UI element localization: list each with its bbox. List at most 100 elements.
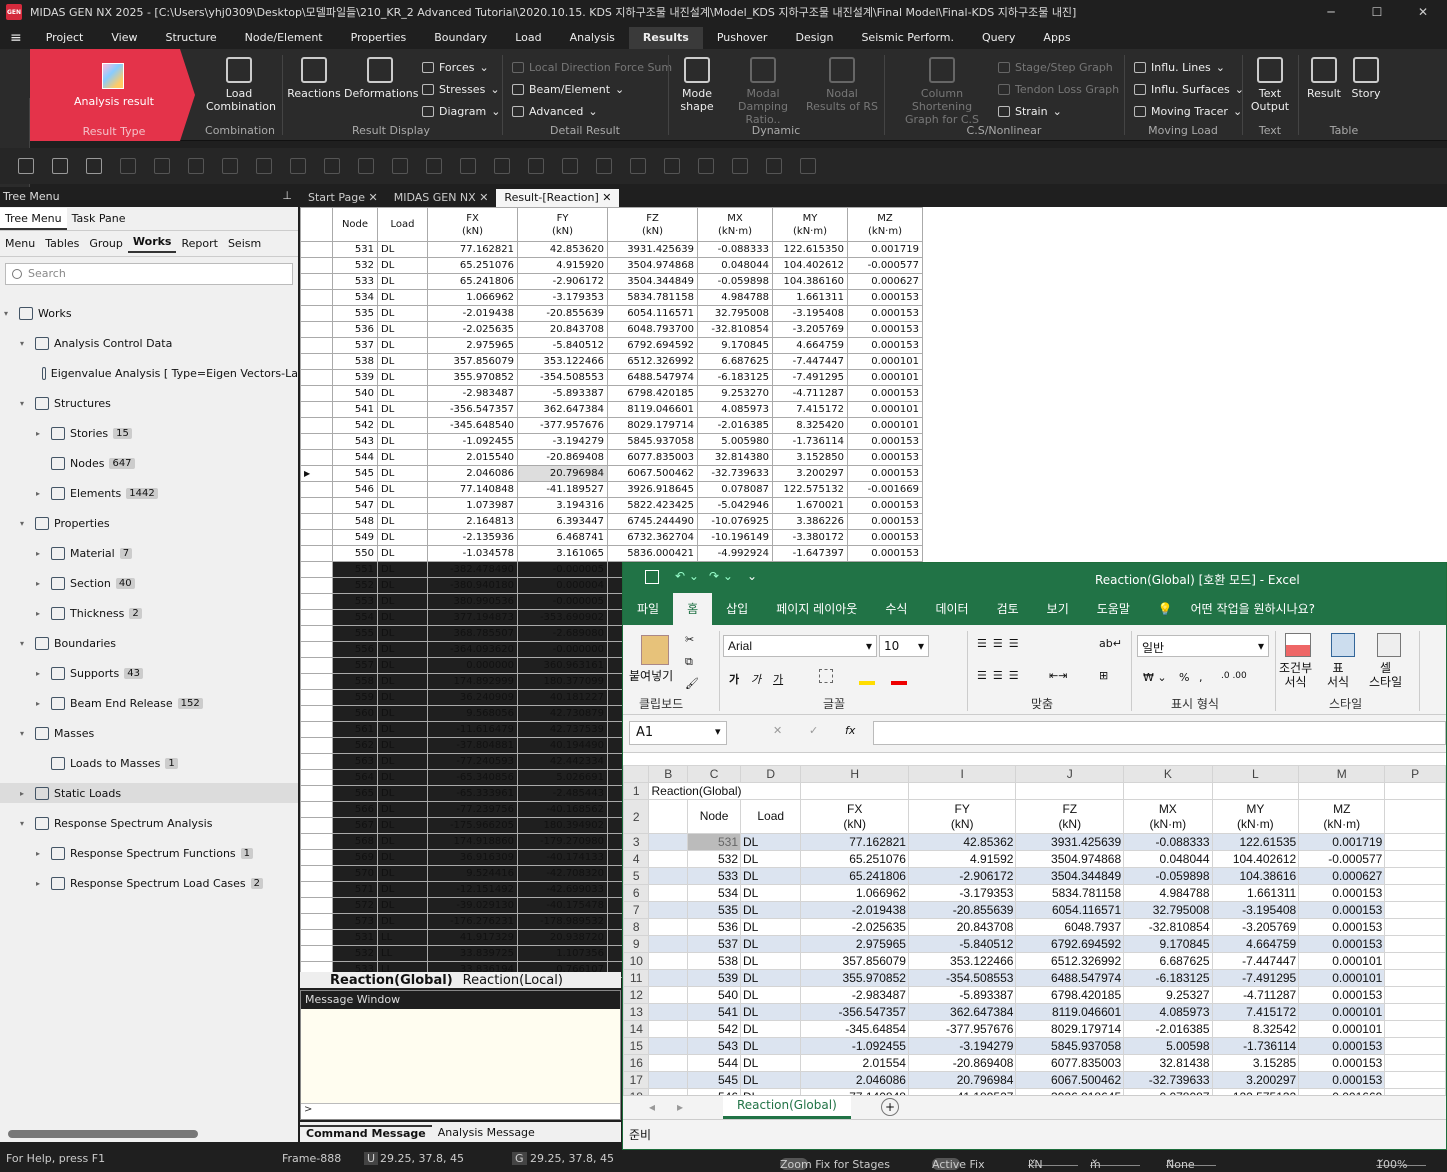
load-combination-button[interactable]: Load Combination <box>206 57 276 113</box>
horizontal-align-icons[interactable]: ☰☰☰ <box>977 669 1025 682</box>
cell[interactable] <box>1384 952 1446 970</box>
tree-item[interactable]: ▸ Beam End Release 152 <box>0 693 298 713</box>
grid-cell[interactable]: 20.843708 <box>517 321 608 338</box>
menu-view[interactable]: View <box>97 27 151 49</box>
grid-cell[interactable]: DL <box>377 385 428 402</box>
tab-works[interactable]: Works <box>127 235 177 253</box>
row-header[interactable]: 11 <box>622 969 650 987</box>
grid-cell[interactable]: -1.034578 <box>427 545 518 562</box>
row-header[interactable]: 6 <box>622 884 650 902</box>
confirm-entry-icon[interactable]: ✓ <box>809 724 818 737</box>
view-front-icon[interactable] <box>630 158 646 174</box>
menu-load[interactable]: Load <box>501 27 555 49</box>
grid-cell[interactable]: 122.575132 <box>772 481 848 498</box>
expand-chevron-icon[interactable]: ▸ <box>36 849 46 858</box>
select-plane-icon[interactable] <box>222 158 238 174</box>
grid-cell[interactable]: DL <box>377 593 428 610</box>
cell[interactable] <box>1384 799 1446 834</box>
cell[interactable] <box>1384 918 1446 936</box>
grid-cell[interactable]: LL <box>377 945 428 962</box>
cell[interactable] <box>648 986 689 1004</box>
grid-cell[interactable]: DL <box>377 353 428 370</box>
xl-tab-review[interactable]: 검토 <box>983 593 1033 625</box>
grid-cell[interactable]: 3926.918645 <box>607 481 698 498</box>
cell[interactable] <box>648 1054 689 1072</box>
indent-icons[interactable]: ⇤⇥ <box>1049 669 1067 682</box>
row-selector[interactable] <box>300 865 333 882</box>
grid-cell[interactable]: 4.664759 <box>772 337 848 354</box>
grid-cell[interactable]: DL <box>377 881 428 898</box>
data-cell[interactable]: 0.000153 <box>1298 884 1386 902</box>
grid-cell[interactable]: 1.066962 <box>427 289 518 306</box>
grid-cell[interactable]: 558 <box>332 673 378 690</box>
conditional-format-icon[interactable] <box>1285 633 1311 657</box>
grid-cell[interactable]: 563 <box>332 753 378 770</box>
select-window-icon[interactable] <box>154 158 170 174</box>
grid-cell[interactable]: -382.478490 <box>427 561 518 578</box>
maximize-button[interactable]: ☐ <box>1354 0 1400 24</box>
data-cell[interactable]: 0.000101 <box>1298 952 1386 970</box>
decimal-icons[interactable]: .0 .00 <box>1221 671 1247 681</box>
column-header[interactable]: P <box>1384 765 1446 783</box>
data-cell[interactable]: -0.088333 <box>1123 833 1213 851</box>
mode-shape-button[interactable]: Mode shape <box>674 57 720 113</box>
prev-sheet-icon[interactable]: ◂ <box>649 1100 655 1114</box>
grid-cell[interactable]: DL <box>377 673 428 690</box>
grid-cell[interactable]: 9.524416 <box>427 865 518 882</box>
row-selector[interactable] <box>300 849 333 866</box>
row-header[interactable]: 15 <box>622 1037 650 1055</box>
tree-item[interactable]: Loads to Masses 1 <box>0 753 298 773</box>
grid-cell[interactable]: 571 <box>332 881 378 898</box>
expand-chevron-icon[interactable]: ▸ <box>20 789 30 798</box>
data-cell[interactable]: -0.059898 <box>1123 867 1213 885</box>
row-selector[interactable] <box>300 929 333 946</box>
grid-cell[interactable]: -179.270980 <box>517 833 608 850</box>
grid-cell[interactable]: -0.000005 <box>517 593 608 610</box>
grid-cell[interactable]: 4.915920 <box>517 257 608 274</box>
tree-item[interactable]: ▸ Section 40 <box>0 573 298 593</box>
grid-cell[interactable]: 537 <box>332 337 378 354</box>
data-cell[interactable]: 362.647384 <box>907 1003 1017 1021</box>
row-selector[interactable]: ▶ <box>300 465 333 482</box>
underline-button[interactable]: 가 <box>773 671 783 687</box>
grid-cell[interactable]: 122.615350 <box>772 241 848 258</box>
grid-cell[interactable]: -11.616479 <box>427 721 518 738</box>
grid-cell[interactable]: -6.183125 <box>697 369 773 386</box>
tree-item[interactable]: ▸ Stories 15 <box>0 423 298 443</box>
grid-cell[interactable]: 36.916309 <box>427 849 518 866</box>
grid-cell[interactable]: 174.892999 <box>427 673 518 690</box>
grid-cell[interactable]: 572 <box>332 897 378 914</box>
data-cell[interactable]: 7.415172 <box>1211 1003 1300 1021</box>
data-cell[interactable]: DL <box>740 935 802 953</box>
column-header[interactable]: J <box>1015 765 1125 783</box>
grid-cell[interactable]: DL <box>377 801 428 818</box>
row-selector[interactable] <box>300 417 333 434</box>
grid-cell[interactable]: 0.000153 <box>847 385 923 402</box>
grid-cell[interactable]: -32.739633 <box>697 465 773 482</box>
data-cell[interactable]: -3.194279 <box>907 1037 1017 1055</box>
cell[interactable] <box>1384 782 1446 800</box>
tab-report[interactable]: Report <box>176 237 222 250</box>
grid-cell[interactable]: 0.000000 <box>427 657 518 674</box>
row-header[interactable]: 7 <box>622 901 650 919</box>
length-unit-select[interactable]: m ⌄ <box>1090 1152 1140 1171</box>
cell[interactable] <box>1384 1003 1446 1021</box>
data-cell[interactable]: DL <box>740 884 802 902</box>
grid-cell[interactable]: -37.804881 <box>427 737 518 754</box>
reactions-button[interactable]: Reactions <box>286 57 342 100</box>
menu-results[interactable]: Results <box>628 27 703 49</box>
grid-cell[interactable]: 77.140848 <box>427 481 518 498</box>
grid-cell[interactable]: 559 <box>332 689 378 706</box>
data-cell[interactable]: 104.38616 <box>1211 867 1300 885</box>
xl-tab-view[interactable]: 보기 <box>1033 593 1083 625</box>
redo-icon[interactable]: ↷ ⌄ <box>709 569 733 583</box>
header-cell[interactable]: MX (kN·m) <box>1123 799 1213 834</box>
xl-tab-help[interactable]: 도움말 <box>1083 593 1144 625</box>
tab-command-message[interactable]: Command Message <box>300 1124 432 1140</box>
data-cell[interactable]: 3504.344849 <box>1015 867 1125 885</box>
data-cell[interactable]: 6048.7937 <box>1015 918 1125 936</box>
menu-apps[interactable]: Apps <box>1029 27 1084 49</box>
grid-cell[interactable]: -2.983487 <box>427 385 518 402</box>
menu-design[interactable]: Design <box>781 27 847 49</box>
font-name-select[interactable]: Arial ▾ <box>723 635 877 657</box>
